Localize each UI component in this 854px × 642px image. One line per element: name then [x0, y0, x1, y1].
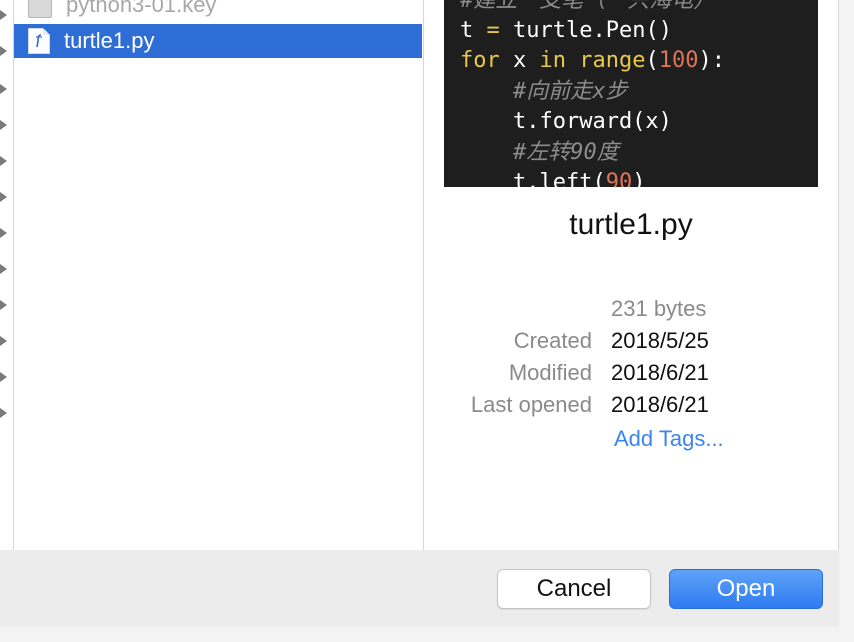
code-preview: #建立一支笔（一只海龟） t = turtle.Pen() for x in r… [444, 0, 818, 187]
keynote-file-icon [28, 0, 52, 18]
file-list: python3-01.key turtle1.py [14, 0, 424, 550]
preview-filename: turtle1.py [569, 208, 693, 241]
window-edge [0, 626, 854, 642]
cancel-button[interactable]: Cancel [497, 569, 651, 609]
created-row: Created 2018/5/25 [424, 328, 838, 360]
preview-pane: #建立一支笔（一只海龟） t = turtle.Pen() for x in r… [424, 0, 839, 550]
disclosure-triangle-icon[interactable] [0, 300, 7, 310]
modified-value: 2018/6/21 [611, 360, 709, 385]
window-edge [839, 0, 854, 642]
modified-label: Modified [508, 360, 592, 385]
disclosure-triangle-icon[interactable] [0, 264, 7, 274]
file-size: 231 bytes [611, 296, 707, 321]
modified-row: Modified 2018/6/21 [424, 360, 838, 392]
disclosure-triangle-icon[interactable] [0, 336, 7, 346]
file-name: turtle1.py [64, 28, 155, 53]
disclosure-triangle-icon[interactable] [0, 156, 7, 166]
disclosure-triangle-icon[interactable] [0, 408, 7, 418]
open-button[interactable]: Open [669, 569, 823, 609]
code-line: for x in range(100): [460, 48, 725, 73]
disclosure-triangle-icon[interactable] [0, 192, 7, 202]
add-tags-link[interactable]: Add Tags... [614, 426, 724, 452]
disclosure-triangle-icon[interactable] [0, 10, 7, 20]
created-label: Created [513, 328, 592, 353]
code-line: t = turtle.Pen() [460, 18, 672, 43]
file-name: python3-01.key [66, 0, 217, 17]
list-item-selected[interactable]: turtle1.py [14, 24, 422, 58]
dialog-button-bar: Cancel Open [0, 550, 839, 626]
created-value: 2018/5/25 [611, 328, 709, 353]
code-line: #向前走x步 [460, 79, 628, 104]
last-opened-value: 2018/6/21 [611, 392, 709, 417]
disclosure-triangle-icon[interactable] [0, 46, 7, 56]
last-opened-label: Last opened [470, 392, 592, 417]
disclosure-triangle-icon[interactable] [0, 372, 7, 382]
code-line: t.forward(x) [460, 109, 672, 134]
code-line: t.left(90) [460, 170, 646, 187]
disclosure-triangle-icon[interactable] [0, 120, 7, 130]
disclosure-triangle-icon[interactable] [0, 84, 7, 94]
list-item[interactable]: python3-01.key [14, 0, 422, 22]
python-file-icon [28, 28, 50, 54]
code-line: #左转90度 [460, 140, 619, 165]
column-disclosure-strip [0, 0, 14, 550]
size-row: 231 bytes [424, 296, 838, 328]
code-line: #建立一支笔（一只海龟） [460, 0, 716, 13]
disclosure-triangle-icon[interactable] [0, 228, 7, 238]
last-opened-row: Last opened 2018/6/21 [424, 392, 838, 424]
